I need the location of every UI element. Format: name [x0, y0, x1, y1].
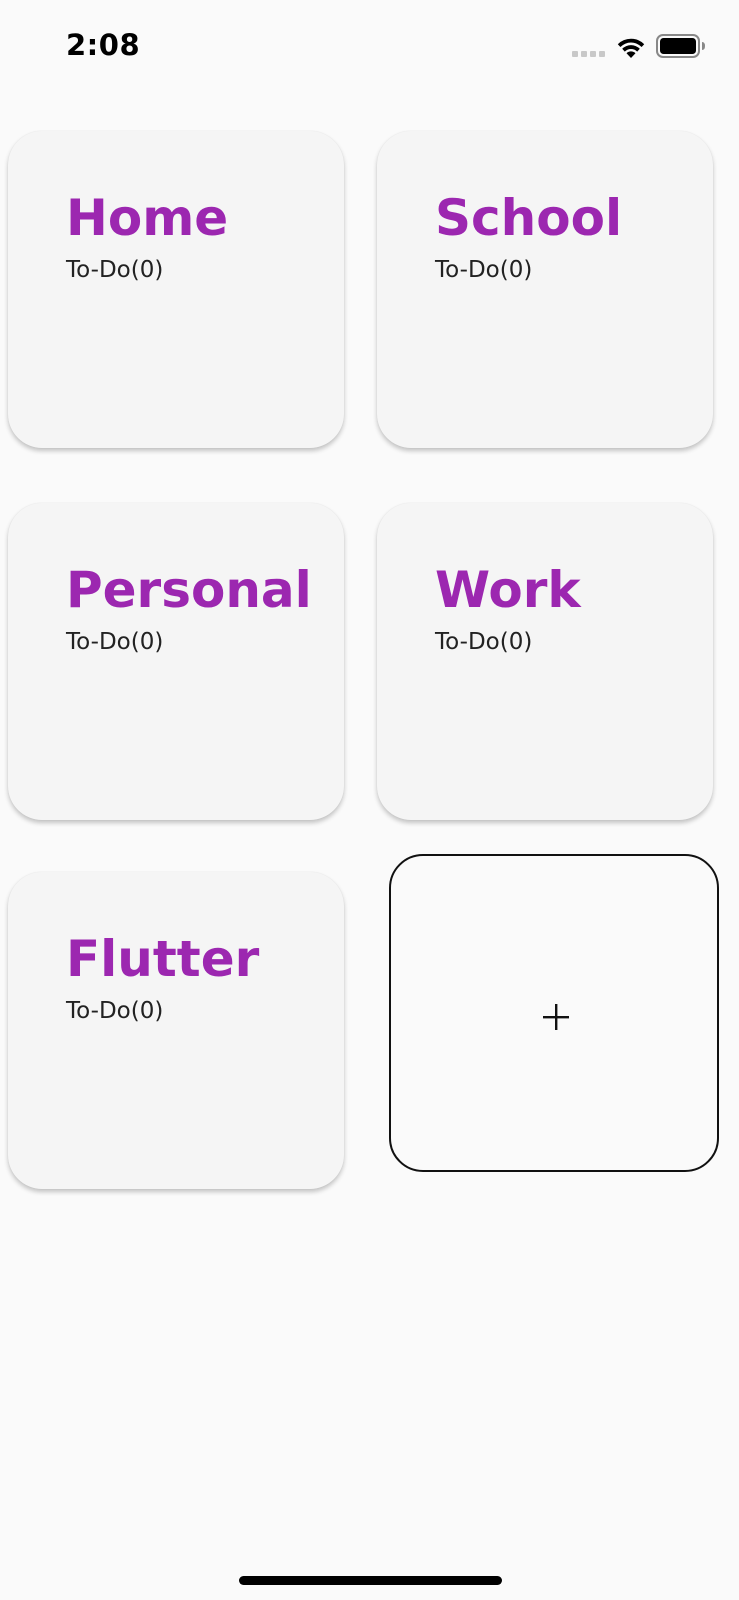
category-card-work[interactable]: Work To-Do(0) [377, 503, 713, 820]
todo-count: To-Do(0) [66, 257, 164, 283]
battery-icon [656, 34, 705, 58]
category-title: Home [66, 189, 229, 247]
status-bar: 2:08 [0, 0, 739, 96]
wifi-icon [617, 38, 645, 58]
todo-count: To-Do(0) [435, 629, 533, 655]
todo-count: To-Do(0) [435, 257, 533, 283]
signal-icon [572, 51, 608, 59]
category-title: Work [435, 561, 581, 619]
category-card-flutter[interactable]: Flutter To-Do(0) [8, 872, 344, 1189]
category-card-school[interactable]: School To-Do(0) [377, 131, 713, 448]
add-category-button[interactable] [389, 854, 719, 1172]
todo-count: To-Do(0) [66, 629, 164, 655]
category-card-personal[interactable]: Personal To-Do(0) [8, 503, 344, 820]
category-title: Flutter [66, 930, 260, 988]
category-card-home[interactable]: Home To-Do(0) [8, 131, 344, 448]
category-title: School [435, 189, 623, 247]
home-indicator[interactable] [239, 1576, 502, 1585]
category-title: Personal [66, 561, 312, 619]
plus-icon [543, 1004, 569, 1030]
todo-count: To-Do(0) [66, 998, 164, 1024]
status-time: 2:08 [66, 28, 141, 62]
